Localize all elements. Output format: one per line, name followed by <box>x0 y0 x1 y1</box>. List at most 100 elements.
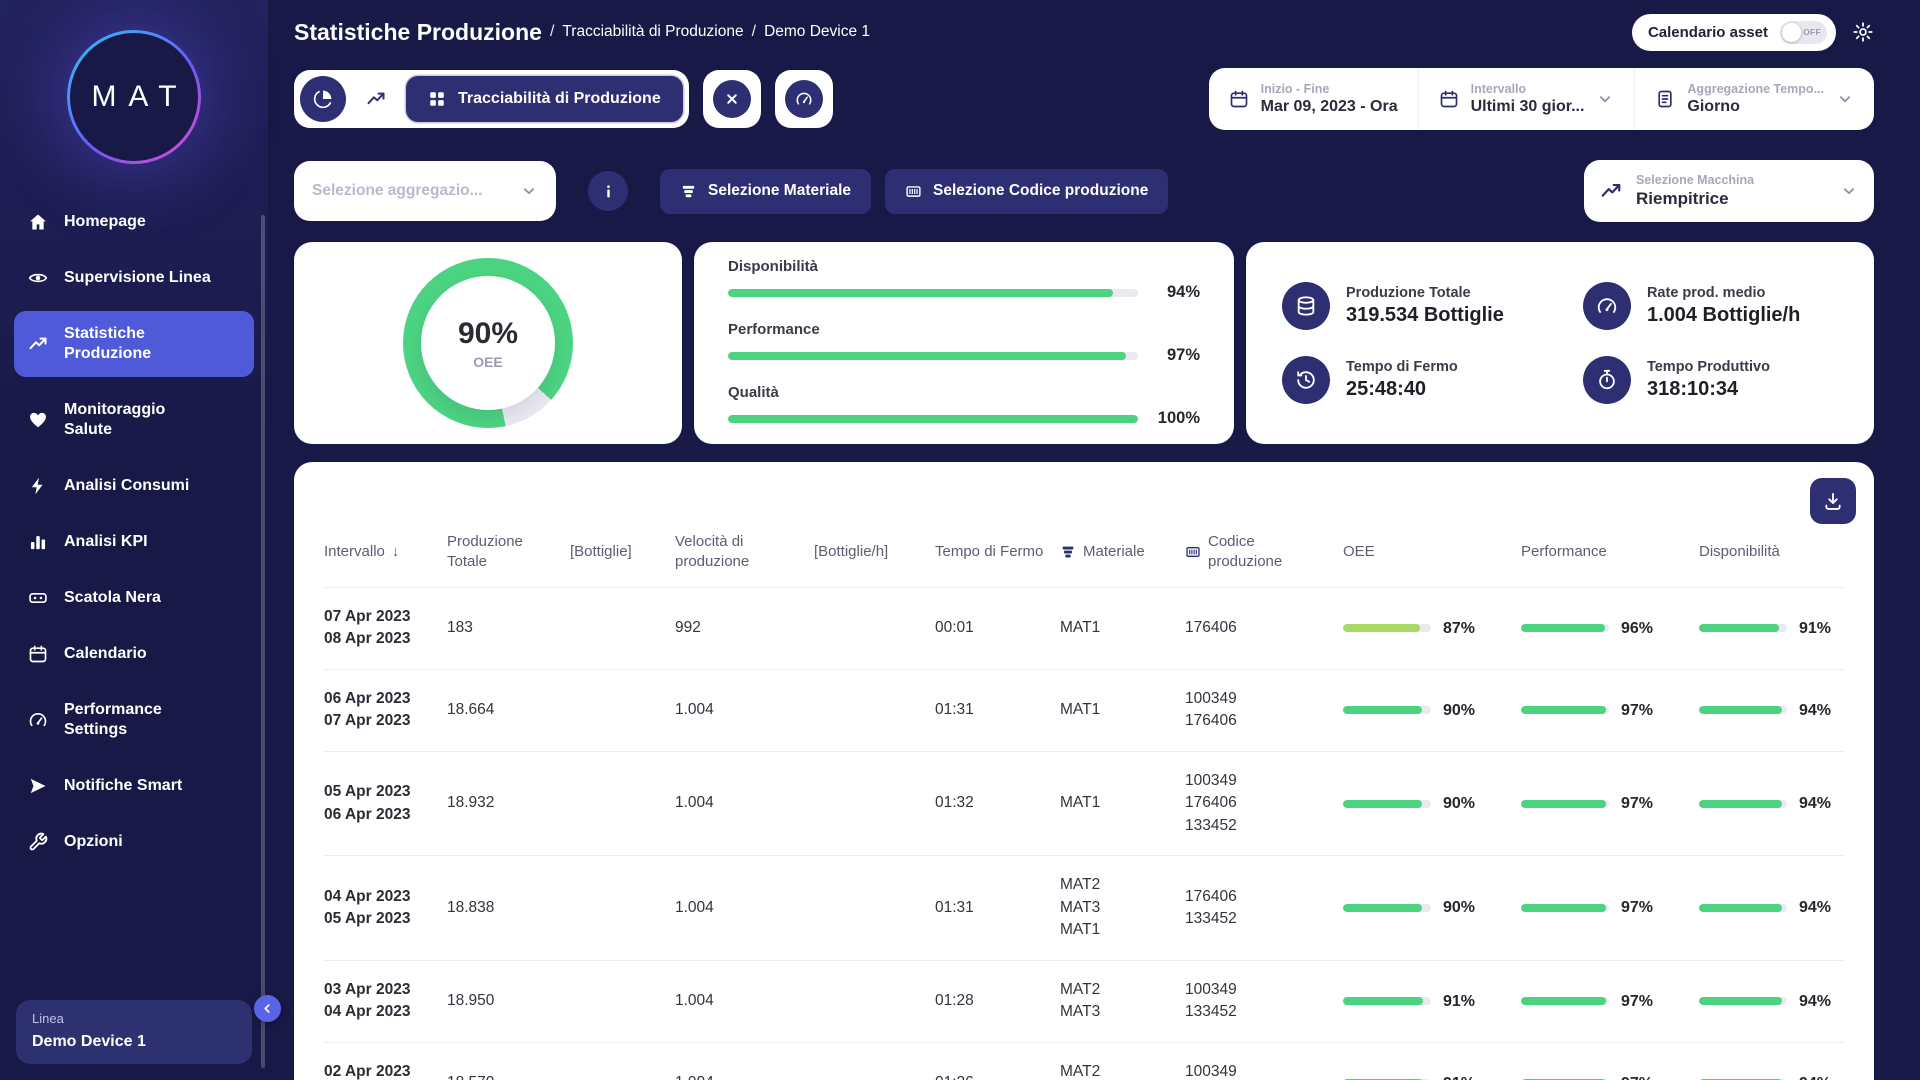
metric-track <box>1699 624 1787 633</box>
sidebar-item-monitoraggio-salute[interactable]: Monitoraggio Salute <box>14 387 254 453</box>
metric-fill <box>1699 799 1782 808</box>
picker-text: Aggregazione Tempo... Giorno <box>1687 82 1824 116</box>
metric-track <box>1521 903 1609 912</box>
picker-value: Ultimi 30 gior... <box>1470 98 1585 115</box>
stat-icon-badge <box>1282 282 1330 330</box>
cell-produzione-totale: 18.932 <box>447 794 495 812</box>
pie-icon <box>313 89 333 109</box>
production-table-card: Intervallo ↓ Produzione Totale [Bottiglie] V… <box>294 462 1874 1080</box>
value-line: 100349 <box>1185 1062 1237 1080</box>
value-line: MAT2 <box>1060 980 1101 998</box>
metric-track <box>1699 997 1787 1006</box>
doc-icon <box>1655 89 1675 109</box>
sidebar-item-notifiche-smart[interactable]: Notifiche Smart <box>14 763 254 809</box>
stat-label: Tempo Produttivo <box>1646 359 1770 375</box>
aggregation-select-placeholder: Selezione aggregazio... <box>312 182 483 199</box>
filter-button-selezione-materiale[interactable]: Selezione Materiale <box>660 168 872 214</box>
column-header-disponibilit[interactable]: Disponibilità <box>1699 542 1844 562</box>
stat-text: Produzione Totale 319.534 Bottiglie <box>1346 285 1504 327</box>
breadcrumb-item-2[interactable]: Demo Device 1 <box>764 23 870 41</box>
cell-disponibilita: 94% <box>1699 792 1844 815</box>
cell-velocita-produzione: 1.004 <box>675 1072 801 1080</box>
trend-view-button[interactable] <box>353 76 399 122</box>
oee-donut-chart: 90% OEE <box>403 258 573 428</box>
picker-date-range[interactable]: Inizio - Fine Mar 09, 2023 - Ora <box>1209 68 1418 130</box>
sidebar-item-scatola-nera[interactable]: Scatola Nera <box>14 575 254 621</box>
cell-codice-produzione: 100349 133452 <box>1185 979 1330 1024</box>
column-header-codice-produzione[interactable]: Codice produzione <box>1185 532 1330 571</box>
metric-value: 94% <box>1799 794 1832 812</box>
value-line: 06 Apr 2023 <box>324 805 411 823</box>
home-icon <box>28 212 48 232</box>
xmark-button[interactable] <box>702 70 761 128</box>
column-header-performance[interactable]: Performance <box>1521 542 1686 562</box>
sidebar-scrollbar[interactable] <box>261 215 265 1068</box>
cell-velocita-produzione: 1.004 <box>675 794 714 812</box>
column-header-velocit-di-produzione[interactable]: Velocità di produzione <box>675 532 801 571</box>
cell-codice-produzione: 100349 176406 <box>1185 688 1330 733</box>
speedo-button[interactable] <box>774 70 833 128</box>
sidebar-item-label: Analisi Consumi <box>64 477 190 494</box>
info-button[interactable] <box>588 171 628 211</box>
sidebar-item-opzioni[interactable]: Opzioni <box>14 819 254 865</box>
download-button[interactable] <box>1810 478 1856 524</box>
cell-oee: 90% <box>1343 896 1508 919</box>
column-header-bottiglie[interactable]: [Bottiglie] <box>570 542 662 562</box>
sidebar-item-label: Notifiche Smart <box>64 777 183 794</box>
value-line: 05 Apr 2023 <box>324 783 411 801</box>
value-line: 02 Apr 2023 <box>324 1062 411 1080</box>
sidebar-item-supervisione-linea[interactable]: Supervisione Linea <box>14 255 254 301</box>
breadcrumb-separator: / <box>549 23 555 40</box>
metric-track <box>1343 997 1431 1006</box>
pie-view-button[interactable] <box>300 76 346 122</box>
cell-tempo-fermo: 00:01 <box>935 619 974 637</box>
sidebar-item-analisi-kpi[interactable]: Analisi KPI <box>14 519 254 565</box>
barcode-icon <box>905 183 922 200</box>
column-header-bottiglie-h[interactable]: [Bottiglie/h] <box>814 542 922 562</box>
cell-intervallo: 05 Apr 2023 06 Apr 2023 <box>324 781 434 826</box>
chart-icon <box>28 334 48 354</box>
column-header-tempo-di-fermo[interactable]: Tempo di Fermo <box>935 542 1047 562</box>
stat-icon-badge <box>1282 356 1330 404</box>
aggregation-select[interactable]: Selezione aggregazio... <box>294 161 556 221</box>
metric-track <box>1699 706 1787 715</box>
trend-icon <box>1600 180 1622 202</box>
filter-buttons: Selezione Materiale Selezione Codice prod… <box>660 168 1169 214</box>
metric-fill <box>1521 903 1607 912</box>
tab-tracciabilit-di-produzione[interactable]: Tracciabilità di Produzione <box>406 76 683 122</box>
breadcrumb-separator: / <box>751 23 757 40</box>
progress-track <box>728 288 1138 297</box>
gear-icon[interactable] <box>1852 21 1874 43</box>
column-label: Tempo di Fermo <box>935 542 1044 560</box>
cell-codice-produzione: 176406 <box>1185 617 1330 639</box>
machine-select-label: Selezione Macchina <box>1636 173 1755 187</box>
value-line: 176406 <box>1185 619 1237 637</box>
stat-value: 318:10:34 <box>1646 378 1739 400</box>
sidebar-item-homepage[interactable]: Homepage <box>14 199 254 245</box>
chevron-down-icon <box>520 182 538 200</box>
breadcrumb-item-1[interactable]: Tracciabilità di Produzione <box>562 23 743 41</box>
metric-track <box>1343 706 1431 715</box>
column-header-materiale[interactable]: Materiale <box>1060 542 1172 562</box>
device-card-label: Linea <box>32 1011 64 1026</box>
cell-codice-produzione: 176406 133452 <box>1185 886 1330 931</box>
filter-button-selezione-codice-produzione[interactable]: Selezione Codice produzione <box>885 168 1169 214</box>
metric-value: 96% <box>1621 619 1654 637</box>
column-header-oee[interactable]: OEE <box>1343 542 1508 562</box>
sidebar-item-statistiche-produzione[interactable]: Statistiche Produzione <box>14 311 254 377</box>
sidebar-collapse-button[interactable] <box>254 995 281 1022</box>
sidebar-item-performance-settings[interactable]: Performance Settings <box>14 687 254 753</box>
toggle-switch[interactable]: OFF <box>1780 20 1827 44</box>
metric-value: 97% <box>1621 1072 1653 1080</box>
sidebar-item-analisi-consumi[interactable]: Analisi Consumi <box>14 463 254 509</box>
column-header-intervallo[interactable]: Intervallo ↓ <box>324 542 434 562</box>
machine-select[interactable]: Selezione Macchina Riempitrice <box>1584 160 1874 222</box>
sidebar-nav: Homepage Supervisione Linea Statistiche Pr… <box>0 194 268 990</box>
column-header-produzione-totale[interactable]: Produzione Totale <box>447 532 557 571</box>
picker-time-aggregation[interactable]: Aggregazione Tempo... Giorno <box>1634 68 1874 130</box>
chevron-down-icon <box>1840 182 1858 200</box>
picker-interval[interactable]: Intervallo Ultimi 30 gior... <box>1417 68 1635 130</box>
metric-track <box>1521 799 1609 808</box>
sidebar-item-calendario[interactable]: Calendario <box>14 631 254 677</box>
calendar-asset-toggle[interactable]: Calendario asset OFF <box>1631 13 1836 51</box>
